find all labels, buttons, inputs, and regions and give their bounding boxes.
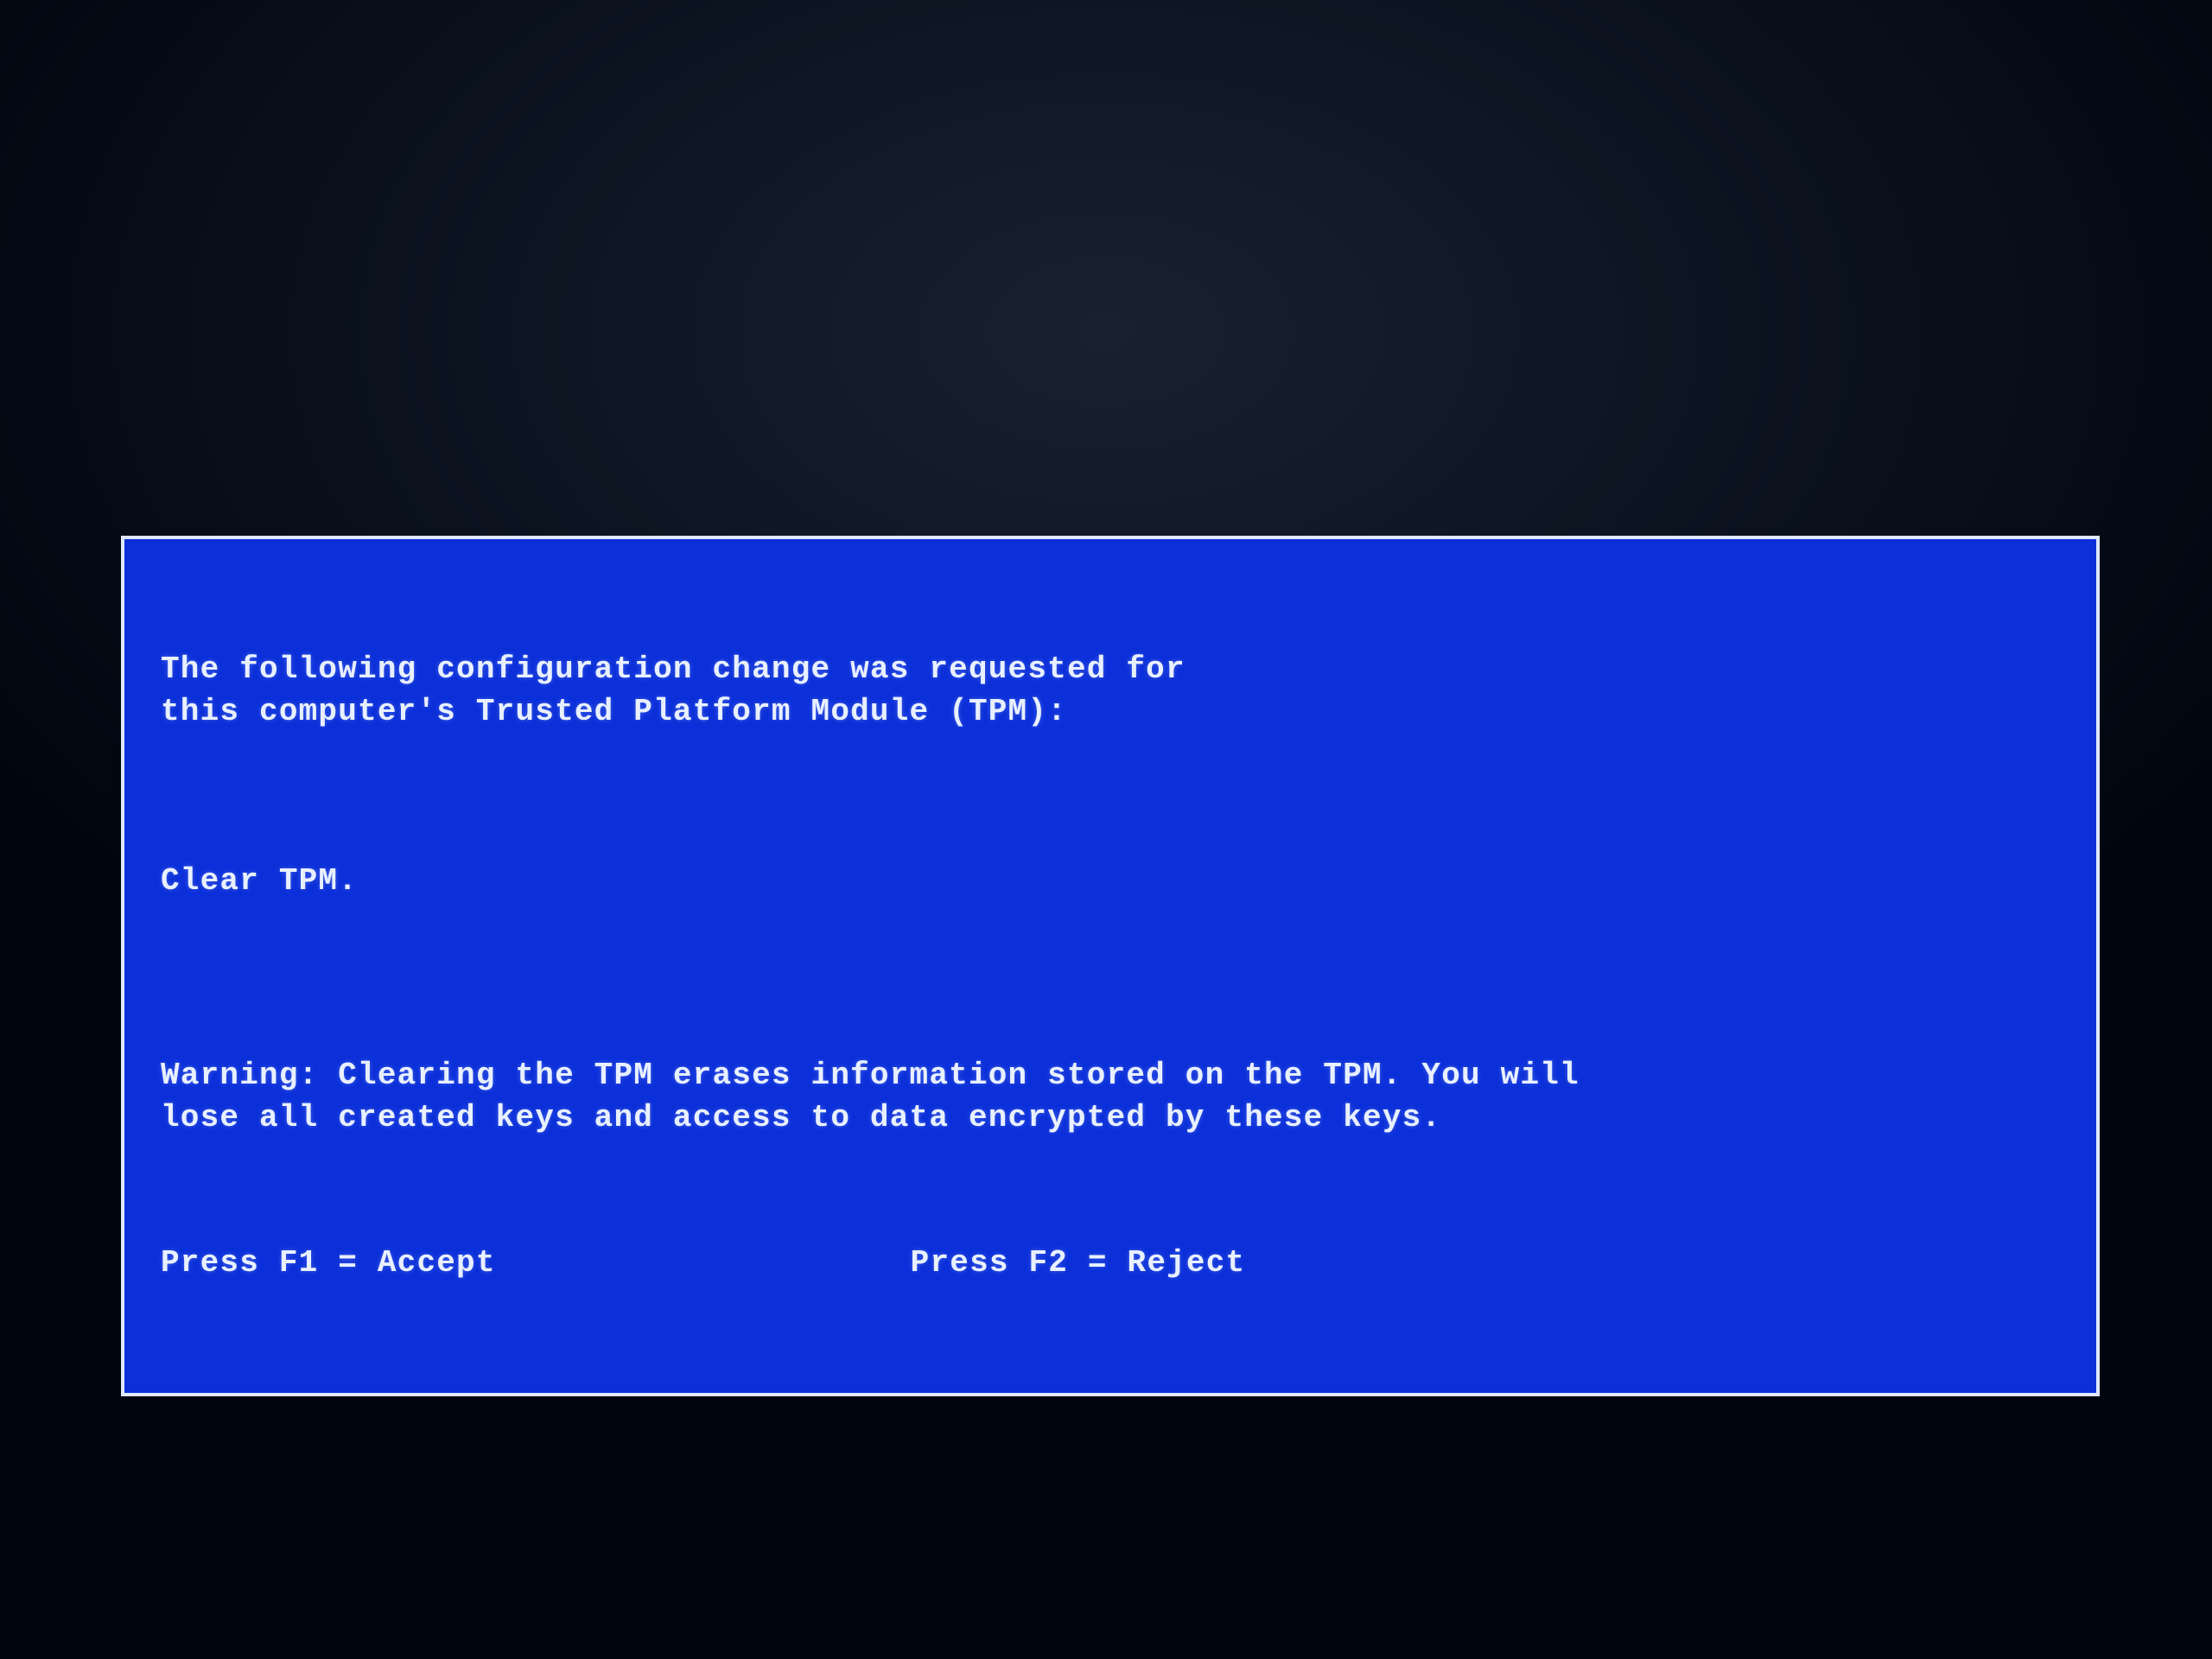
tpm-dialog-wrapper: The following configuration change was r… [121, 536, 2100, 1396]
dialog-warning-line2: lose all created keys and access to data… [161, 1100, 1441, 1135]
accept-option[interactable]: Press F1 = Accept [161, 1243, 496, 1285]
reject-option[interactable]: Press F2 = Reject [911, 1243, 1246, 1285]
dialog-warning: Warning: Clearing the TPM erases informa… [161, 1055, 2060, 1139]
dialog-message-line1: The following configuration change was r… [161, 652, 1185, 687]
dialog-action-text: Clear TPM. [161, 861, 2060, 903]
tpm-configuration-dialog: The following configuration change was r… [121, 536, 2100, 1396]
dialog-options: Press F1 = Accept Press F2 = Reject [161, 1243, 2060, 1285]
dialog-message-line2: this computer's Trusted Platform Module … [161, 694, 1067, 729]
dialog-message: The following configuration change was r… [161, 649, 2060, 733]
dialog-warning-line1: Warning: Clearing the TPM erases informa… [161, 1058, 1580, 1093]
